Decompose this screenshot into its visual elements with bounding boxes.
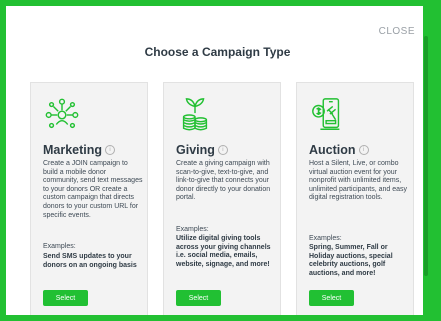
examples-label: Examples:	[176, 226, 209, 233]
campaign-card-auction: Auction i Host a Silent, Live, or combo …	[296, 82, 414, 315]
select-auction-button[interactable]: Select	[309, 290, 354, 306]
campaign-type-modal: CLOSE Choose a Campaign Type Marketing i…	[6, 6, 429, 315]
card-title: Marketing	[43, 143, 103, 157]
scrollbar-thumb[interactable]	[424, 36, 428, 276]
scrollbar-track[interactable]	[423, 6, 429, 315]
campaign-card-marketing: Marketing i Create a JOIN campaign to bu…	[30, 82, 148, 315]
examples-text: Utilize digital giving tools across your…	[176, 235, 271, 268]
campaign-card-giving: Giving i Create a giving campaign with s…	[163, 82, 281, 315]
examples-label: Examples:	[43, 243, 76, 250]
select-giving-button[interactable]: Select	[176, 290, 221, 306]
select-marketing-button[interactable]: Select	[43, 290, 88, 306]
examples-text: Send SMS updates to your donors on an on…	[43, 253, 137, 269]
info-icon[interactable]: i	[358, 145, 369, 155]
close-button[interactable]: CLOSE	[379, 26, 415, 37]
examples-label: Examples:	[309, 235, 342, 242]
modal-title: Choose a Campaign Type	[144, 45, 291, 59]
info-icon[interactable]: i	[217, 145, 228, 155]
plant-coins-icon	[182, 98, 208, 131]
info-icon[interactable]: i	[105, 145, 116, 155]
card-title: Auction	[309, 143, 356, 157]
mobile-auction-icon	[312, 98, 340, 130]
card-description: Host a Silent, Live, or combo virtual au…	[309, 160, 408, 202]
card-title: Giving	[176, 143, 215, 157]
card-description: Create a JOIN campaign to build a mobile…	[43, 160, 143, 219]
network-people-icon	[45, 98, 79, 129]
examples-text: Spring, Summer, Fall or Holiday auctions…	[309, 244, 393, 277]
card-description: Create a giving campaign with scan-to-gi…	[176, 160, 271, 202]
